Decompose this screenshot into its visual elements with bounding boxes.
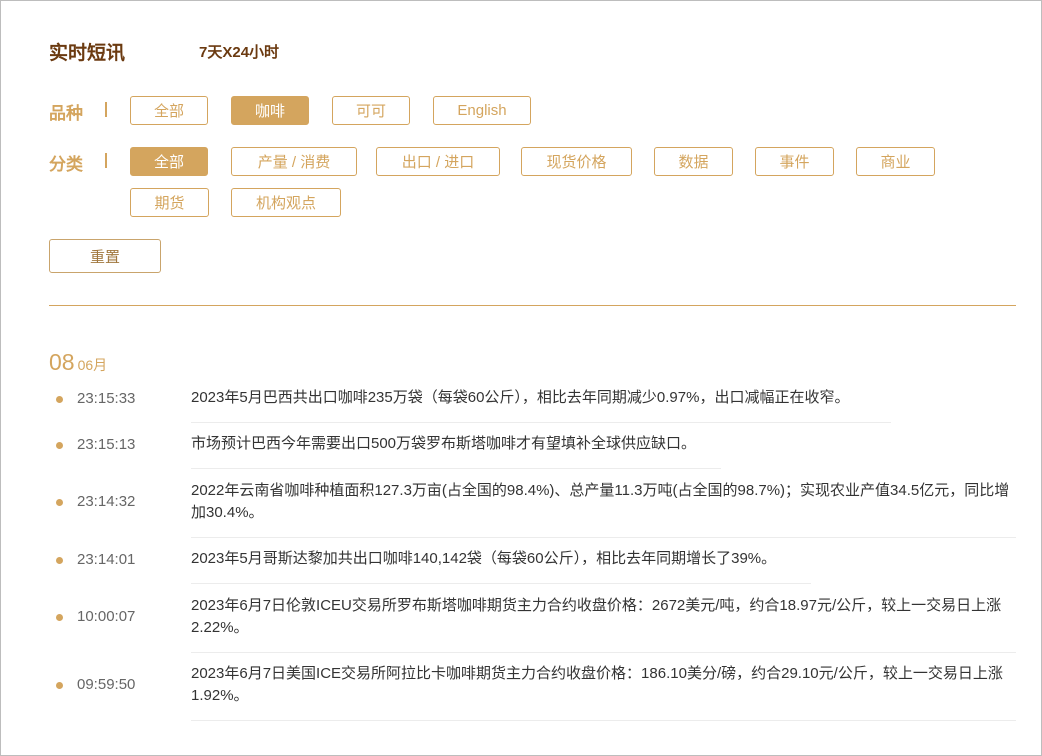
news-text[interactable]: 2023年5月巴西共出口咖啡235万袋（每袋60公斤），相比去年同期减少0.97… <box>191 387 911 409</box>
news-divider <box>191 652 1016 653</box>
category-option-export-import[interactable]: 出口 / 进口 <box>376 147 500 176</box>
category-filter-separator <box>105 153 107 168</box>
date-month: 06月 <box>77 357 108 373</box>
variety-option-all[interactable]: 全部 <box>130 96 208 125</box>
category-option-spot-price[interactable]: 现货价格 <box>521 147 632 176</box>
news-text[interactable]: 2023年5月哥斯达黎加共出口咖啡140,142袋（每袋60公斤），相比去年同期… <box>191 548 911 570</box>
news-time: 10:00:07 <box>77 608 136 625</box>
category-option-institution-views[interactable]: 机构观点 <box>231 188 341 217</box>
news-text[interactable]: 2023年6月7日伦敦ICEU交易所罗布斯塔咖啡期货主力合约收盘价格：2672美… <box>191 595 1017 639</box>
news-divider <box>191 422 891 423</box>
news-time: 23:15:13 <box>77 436 136 453</box>
category-filter-label: 分类 <box>49 155 83 174</box>
timeline-dot-icon <box>56 614 63 621</box>
news-text[interactable]: 2023年6月7日美国ICE交易所阿拉比卡咖啡期货主力合约收盘价格：186.10… <box>191 663 1017 707</box>
timeline-dot-icon <box>56 557 63 564</box>
date-day: 08 <box>49 349 75 375</box>
date-heading: 08 06月 <box>49 349 107 376</box>
page-subtitle: 7天X24小时 <box>199 44 280 61</box>
timeline-dot-icon <box>56 499 63 506</box>
category-option-data[interactable]: 数据 <box>654 147 733 176</box>
news-time: 23:14:01 <box>77 551 136 568</box>
news-divider <box>191 720 1016 721</box>
page-title: 实时短讯 <box>49 43 126 64</box>
category-option-futures[interactable]: 期货 <box>130 188 209 217</box>
variety-filter-separator <box>105 102 107 117</box>
category-option-events[interactable]: 事件 <box>755 147 834 176</box>
section-divider <box>49 305 1016 306</box>
category-option-business[interactable]: 商业 <box>856 147 935 176</box>
variety-option-coffee[interactable]: 咖啡 <box>231 96 309 125</box>
variety-option-english[interactable]: English <box>433 96 531 125</box>
news-divider <box>191 583 811 584</box>
variety-filter-label: 品种 <box>49 104 83 123</box>
news-time: 23:14:32 <box>77 493 136 510</box>
reset-button[interactable]: 重置 <box>49 239 161 273</box>
timeline-dot-icon <box>56 396 63 403</box>
news-divider <box>191 468 721 469</box>
timeline-dot-icon <box>56 682 63 689</box>
news-text[interactable]: 2022年云南省咖啡种植面积127.3万亩(占全国的98.4%)、总产量11.3… <box>191 480 1017 524</box>
news-divider <box>191 537 1016 538</box>
category-option-production-consumption[interactable]: 产量 / 消费 <box>231 147 357 176</box>
news-time: 23:15:33 <box>77 390 136 407</box>
timeline-dot-icon <box>56 442 63 449</box>
category-option-all[interactable]: 全部 <box>130 147 208 176</box>
variety-option-cocoa[interactable]: 可可 <box>332 96 410 125</box>
news-text[interactable]: 市场预计巴西今年需要出口500万袋罗布斯塔咖啡才有望填补全球供应缺口。 <box>191 433 911 455</box>
news-time: 09:59:50 <box>77 676 136 693</box>
